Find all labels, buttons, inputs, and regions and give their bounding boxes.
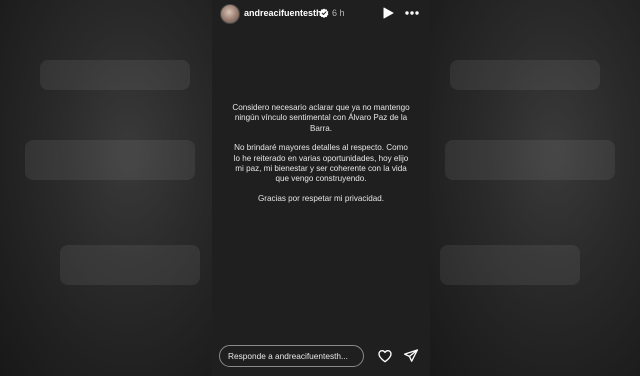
username[interactable]: andreacifuentesth [244,8,322,18]
story-paragraph: Considero necesario aclarar que ya no ma… [232,103,410,133]
blurred-content [445,140,615,180]
story-header: andreacifuentesth 6 h [212,0,430,30]
blurred-content [40,60,190,90]
story-timestamp: 6 h [332,8,345,18]
story-viewer[interactable]: andreacifuentesth 6 h Considero necesari… [212,0,430,376]
story-paragraph: No brindaré mayores detalles al respecto… [233,143,409,184]
avatar[interactable] [220,4,240,24]
blurred-content [440,245,580,285]
blurred-content [25,140,195,180]
blurred-content [60,245,200,285]
story-text: Considero necesario aclarar que ya no ma… [232,103,410,213]
send-icon[interactable] [403,348,419,364]
blurred-content [450,60,600,90]
more-icon[interactable] [404,10,420,16]
verified-badge-icon [319,8,329,18]
story-footer [212,338,430,374]
blurred-previous-story[interactable] [0,0,215,376]
story-paragraph: Gracias por respetar mi privacidad. [258,193,384,203]
play-icon[interactable] [382,7,394,19]
reply-input[interactable] [219,345,364,367]
blurred-next-story[interactable] [425,0,640,376]
heart-icon[interactable] [377,348,393,364]
